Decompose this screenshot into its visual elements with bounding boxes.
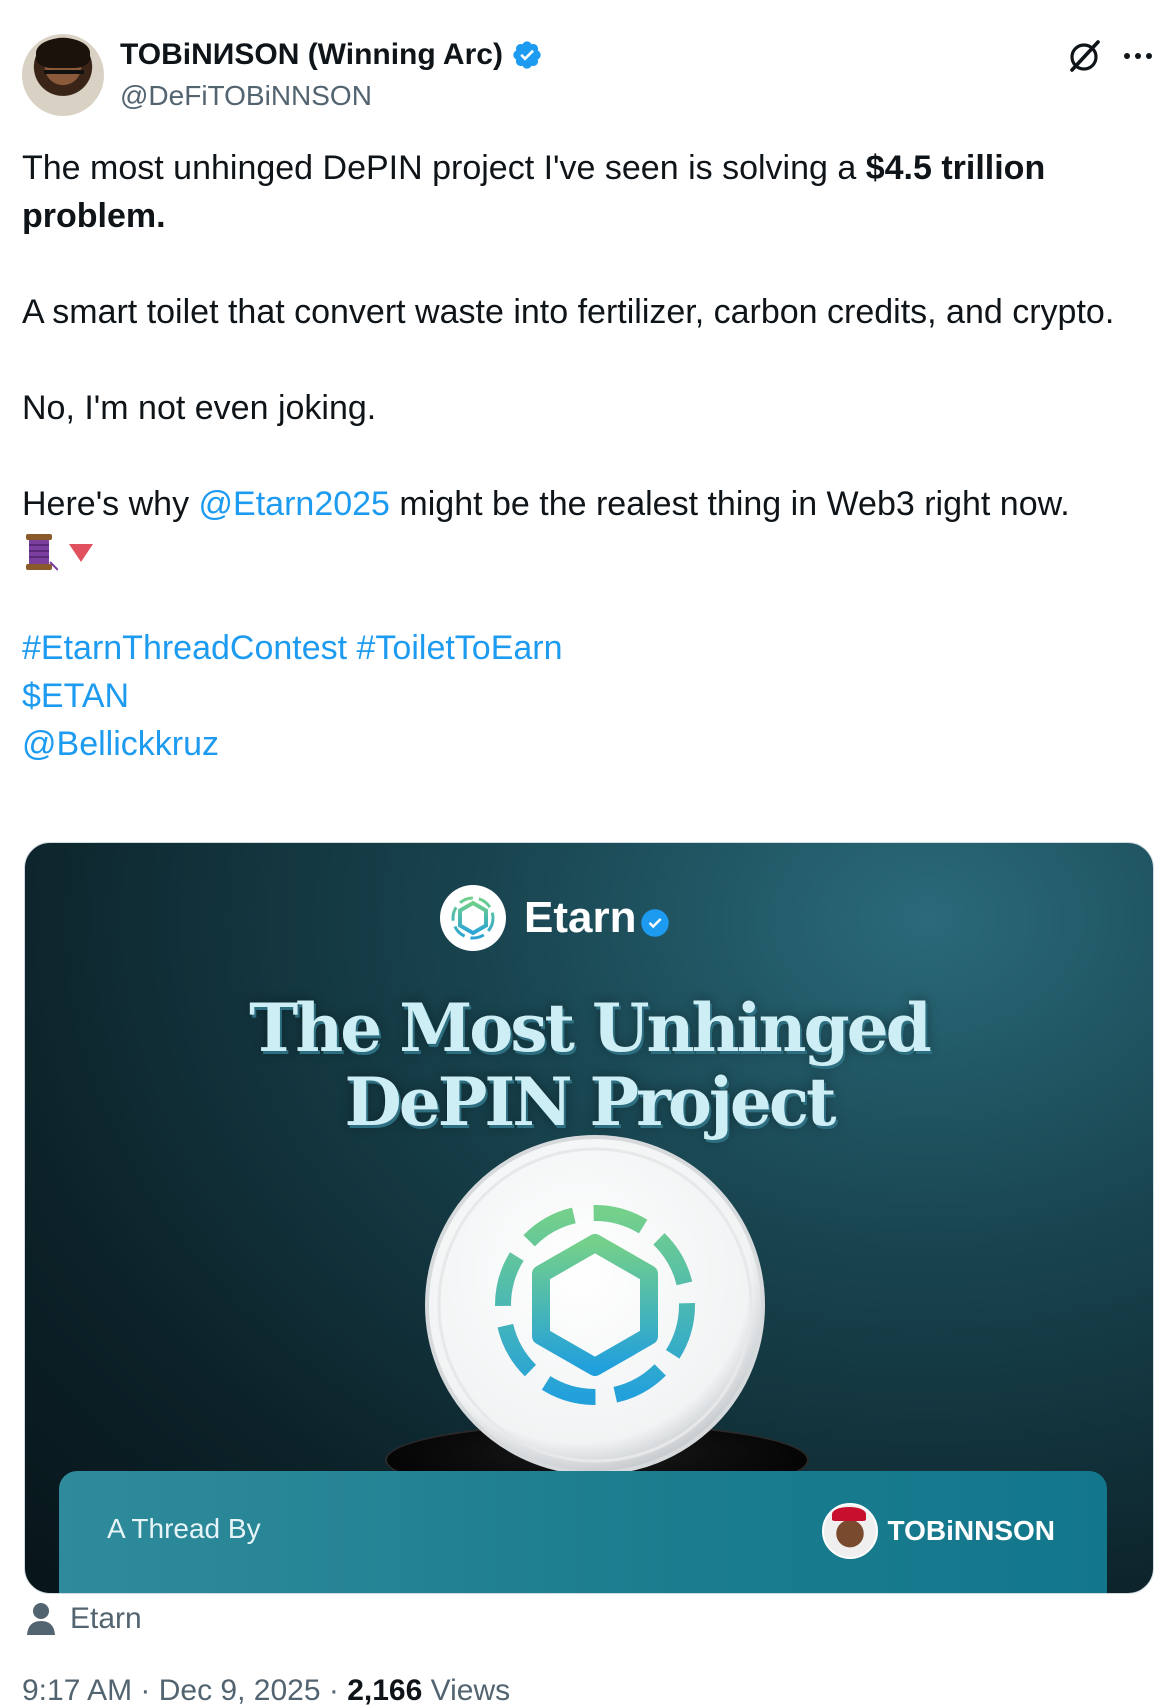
author-avatar[interactable] — [22, 34, 104, 116]
tweet-text: The most unhinged DePIN project I've see… — [22, 144, 1132, 768]
author-display-name[interactable]: TOBiNИSON (Winning Arc) — [120, 38, 503, 72]
more-dot — [1146, 53, 1152, 59]
media-headline: The Most Unhinged DePIN Project — [25, 991, 1153, 1139]
mention-link-bellickkruz[interactable]: @Bellickkruz — [22, 720, 1132, 768]
etarn-coin-icon — [425, 1135, 765, 1475]
hashtag-links[interactable]: #EtarnThreadContest #ToiletToEarn — [22, 624, 1132, 672]
tweet-time[interactable]: 9:17 AM — [22, 1674, 132, 1707]
media-brand: Etarn — [440, 885, 670, 951]
media-attribution[interactable]: Etarn — [26, 1602, 142, 1636]
mention-link-etarn[interactable]: @Etarn2025 — [199, 485, 390, 523]
down-triangle-icon — [69, 544, 93, 562]
media-headline-line2: DePIN Project — [344, 1063, 837, 1141]
tweet-paragraph-3: No, I'm not even joking. — [22, 389, 377, 427]
thread-banner: A Thread By TOBiNNSON — [59, 1471, 1107, 1593]
attribution-label[interactable]: Etarn — [70, 1602, 142, 1636]
avatar-glasses — [44, 70, 84, 82]
cashtag-link[interactable]: $ETAN — [22, 672, 1132, 720]
banner-avatar — [821, 1503, 878, 1559]
more-dot — [1124, 53, 1130, 59]
emoji-row — [22, 528, 1132, 576]
banner-author-name: TOBiNNSON — [887, 1515, 1056, 1546]
thread-by-label: A Thread By — [107, 1513, 261, 1544]
meta-separator: · — [320, 1674, 348, 1707]
tweet-line4-before: Here's why — [22, 485, 199, 523]
tweet-paragraph-2: A smart toilet that convert waste into f… — [22, 293, 1115, 331]
media-brand-name: Etarn — [524, 893, 637, 942]
views-label: Views — [430, 1674, 511, 1707]
verified-badge-icon — [513, 41, 541, 69]
tweet-paragraph-4: Here's why @Etarn2025 might be the reale… — [22, 480, 1132, 528]
avatar-hair — [36, 38, 90, 68]
grok-icon[interactable] — [1064, 36, 1104, 76]
views-count: 2,166 — [347, 1674, 423, 1707]
tweet-line4-after: might be the realest thing in Web3 right… — [389, 485, 1070, 523]
meta-separator: · — [132, 1674, 159, 1707]
media-headline-line1: The Most Unhinged — [249, 989, 932, 1067]
tweet-paragraph-1: The most unhinged DePIN project I've see… — [22, 144, 1132, 240]
person-icon — [27, 1603, 55, 1635]
more-icon[interactable] — [1118, 40, 1158, 72]
media-verified-icon — [641, 909, 670, 937]
banner-author: TOBiNNSON — [821, 1503, 1056, 1559]
thread-spool-icon — [26, 534, 58, 571]
tweet-media-image[interactable]: Etarn The Most Unhinged DePIN Project A … — [24, 842, 1154, 1594]
tweet-meta: 9:17 AM · Dec 9, 2025 · 2,166 Views — [22, 1674, 510, 1708]
author-name-row[interactable]: TOBiNИSON (Winning Arc) — [120, 38, 543, 72]
more-dot — [1135, 53, 1141, 59]
author-handle[interactable]: @DeFiTOBiNNSON — [120, 80, 372, 112]
tweet-date[interactable]: Dec 9, 2025 — [159, 1674, 321, 1707]
etarn-logo-icon — [440, 885, 506, 951]
tweet-line1-text: The most unhinged DePIN project I've see… — [22, 149, 866, 187]
